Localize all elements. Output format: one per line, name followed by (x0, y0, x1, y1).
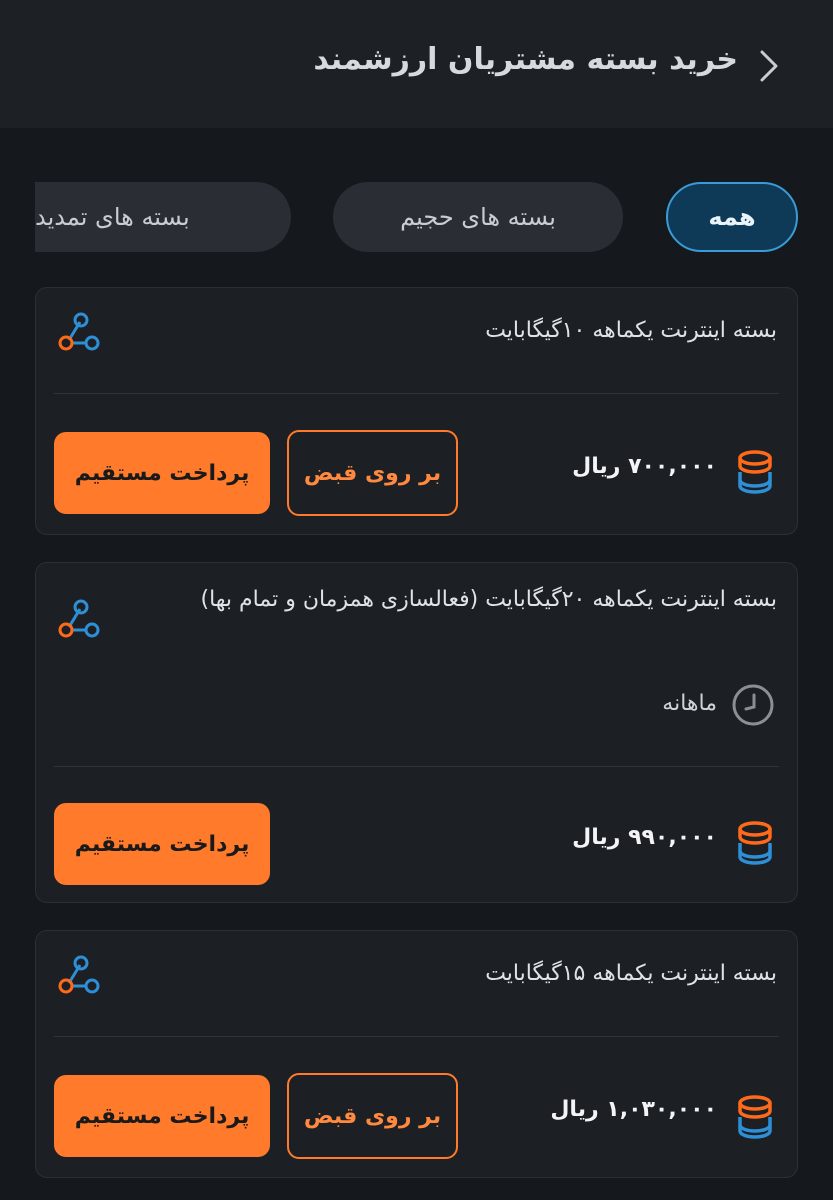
package-network-icon (58, 955, 100, 994)
card-divider (54, 1036, 779, 1037)
pay-on-bill-button[interactable]: بر روی قبض (287, 430, 458, 516)
package-title: بسته اینترنت یکماهه ۱۰گیگابایت (485, 318, 777, 343)
package-title: بسته اینترنت یکماهه ۱۵گیگابایت (485, 961, 777, 986)
clock-icon (732, 684, 774, 726)
coins-icon (738, 450, 772, 494)
package-period: ماهانه (662, 691, 717, 716)
package-card: بسته اینترنت یکماهه ۱۰گیگابایت ۷۰۰,۰۰۰ ر… (35, 287, 798, 535)
pay-on-bill-button[interactable]: بر روی قبض (287, 1073, 458, 1159)
package-card: بسته اینترنت یکماهه ۲۰گیگابایت (فعالسازی… (35, 562, 798, 903)
page-title: خرید بسته مشتریان ارزشمند (313, 42, 738, 77)
package-title: بسته اینترنت یکماهه ۲۰گیگابایت (فعالسازی… (200, 587, 778, 612)
card-divider (54, 766, 779, 767)
package-price: ۷۰۰,۰۰۰ ریال (572, 454, 717, 479)
package-card: بسته اینترنت یکماهه ۱۵گیگابایت ۱,۰۳۰,۰۰۰… (35, 930, 798, 1178)
package-price: ۱,۰۳۰,۰۰۰ ریال (550, 1097, 717, 1122)
direct-pay-button[interactable]: پرداخت مستقیم (54, 1075, 270, 1157)
direct-pay-button[interactable]: پرداخت مستقیم (54, 803, 270, 885)
filter-tabs: همه بسته های حجیم بسته های تمدید (0, 182, 833, 252)
coins-icon (738, 821, 772, 865)
back-button[interactable] (749, 46, 789, 86)
package-network-icon (58, 312, 100, 351)
card-divider (54, 393, 779, 394)
app-header: خرید بسته مشتریان ارزشمند (0, 0, 833, 128)
coins-icon (738, 1095, 772, 1139)
direct-pay-button[interactable]: پرداخت مستقیم (54, 432, 270, 514)
filter-chip-renewal[interactable]: بسته های تمدید (35, 182, 291, 252)
package-network-icon (58, 599, 100, 638)
chevron-right-icon (760, 50, 778, 82)
package-price: ۹۹۰,۰۰۰ ریال (572, 825, 717, 850)
filter-chip-all[interactable]: همه (666, 182, 798, 252)
filter-chip-volume[interactable]: بسته های حجیم (333, 182, 623, 252)
